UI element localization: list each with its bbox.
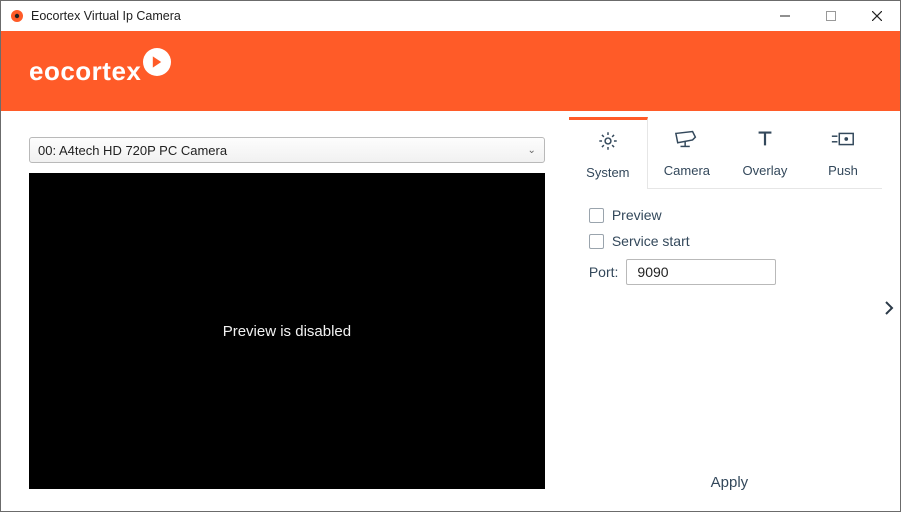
preview-message: Preview is disabled <box>223 323 351 340</box>
preview-checkbox-row: Preview <box>589 207 874 223</box>
apply-label: Apply <box>711 474 749 491</box>
tab-overlay[interactable]: Overlay <box>726 117 804 189</box>
chevron-down-icon: ⌄ <box>527 145 535 156</box>
service-start-checkbox-row: Service start <box>589 233 874 249</box>
camera-select-value: 00: A4tech HD 720P PC Camera <box>38 143 227 158</box>
gear-icon <box>595 130 621 155</box>
preview-box: Preview is disabled <box>29 173 545 489</box>
preview-checkbox-label: Preview <box>612 207 662 223</box>
tab-camera-label: Camera <box>664 163 710 178</box>
brand-bar: eocortex <box>1 31 900 111</box>
titlebar: Eocortex Virtual Ip Camera <box>1 1 900 31</box>
port-label: Port: <box>589 264 619 280</box>
tab-overlay-label: Overlay <box>743 163 788 178</box>
content: 00: A4tech HD 720P PC Camera ⌄ Preview i… <box>1 111 900 511</box>
tab-camera[interactable]: Camera <box>648 117 726 189</box>
push-icon <box>830 128 856 153</box>
right-panel: System Camera Overlay Push <box>559 111 900 511</box>
app-icon <box>9 8 25 24</box>
service-start-checkbox-label: Service start <box>612 233 690 249</box>
port-row: Port: <box>589 259 874 285</box>
close-button[interactable] <box>854 1 900 31</box>
brand-arrow-icon <box>143 48 171 76</box>
window-title: Eocortex Virtual Ip Camera <box>31 9 762 23</box>
left-panel: 00: A4tech HD 720P PC Camera ⌄ Preview i… <box>1 111 559 511</box>
brand-logo: eocortex <box>29 56 171 87</box>
tab-system-label: System <box>586 165 629 180</box>
minimize-button[interactable] <box>762 1 808 31</box>
window-controls <box>762 1 900 31</box>
preview-checkbox[interactable] <box>589 208 604 223</box>
camera-icon <box>674 128 700 153</box>
expand-button[interactable] <box>884 301 894 320</box>
maximize-button[interactable] <box>808 1 854 31</box>
port-input[interactable] <box>626 259 776 285</box>
service-start-checkbox[interactable] <box>589 234 604 249</box>
brand-name: eocortex <box>29 56 141 87</box>
tab-push-label: Push <box>828 163 858 178</box>
tab-system[interactable]: System <box>569 117 648 189</box>
tabs: System Camera Overlay Push <box>569 117 882 189</box>
apply-button[interactable]: Apply <box>559 474 900 491</box>
text-icon <box>752 128 778 153</box>
settings-pane: Preview Service start Port: <box>569 189 882 285</box>
tab-push[interactable]: Push <box>804 117 882 189</box>
camera-select[interactable]: 00: A4tech HD 720P PC Camera ⌄ <box>29 137 545 163</box>
